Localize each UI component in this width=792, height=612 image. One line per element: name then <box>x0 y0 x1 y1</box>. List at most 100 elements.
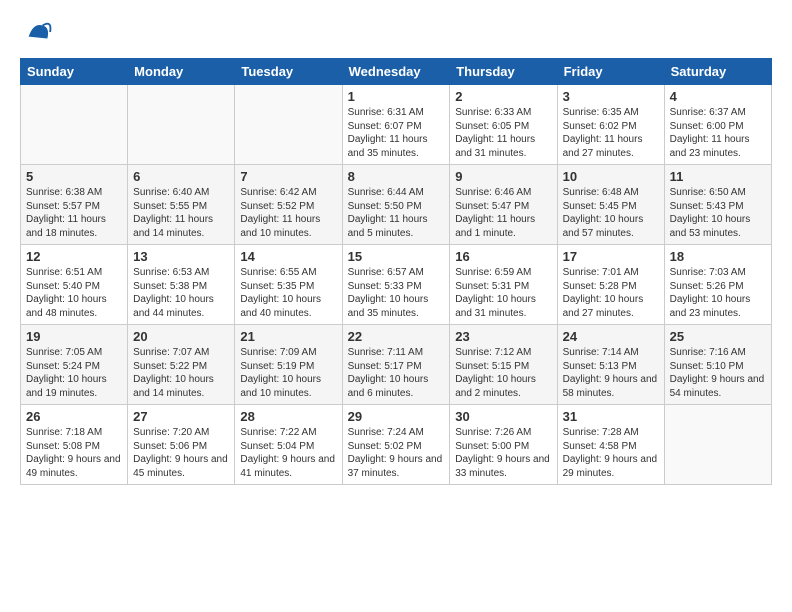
day-number: 3 <box>563 89 659 104</box>
day-info: Sunrise: 6:42 AM Sunset: 5:52 PM Dayligh… <box>240 186 336 240</box>
week-row-1: 1 Sunrise: 6:31 AM Sunset: 6:07 PM Daylig… <box>21 85 772 165</box>
day-number: 25 <box>670 329 766 344</box>
week-row-4: 19 Sunrise: 7:05 AM Sunset: 5:24 PM Dayli… <box>21 325 772 405</box>
weekday-header-saturday: Saturday <box>664 59 771 85</box>
day-cell: 31Sunrise: 7:28 AM Sunset: 4:58 PM Dayli… <box>557 405 664 485</box>
day-number: 17 <box>563 249 659 264</box>
day-cell <box>128 85 235 165</box>
day-info: Sunrise: 6:46 AM Sunset: 5:47 PM Dayligh… <box>455 186 551 240</box>
day-cell: 19 Sunrise: 7:05 AM Sunset: 5:24 PM Dayli… <box>21 325 128 405</box>
day-info: Sunrise: 7:16 AM Sunset: 5:10 PM Dayligh… <box>670 346 766 400</box>
day-cell: 1 Sunrise: 6:31 AM Sunset: 6:07 PM Daylig… <box>342 85 450 165</box>
day-cell: 11Sunrise: 6:50 AM Sunset: 5:43 PM Dayli… <box>664 165 771 245</box>
day-cell: 21 Sunrise: 7:09 AM Sunset: 5:19 PM Dayli… <box>235 325 342 405</box>
day-info: Sunrise: 7:28 AM Sunset: 4:58 PM Dayligh… <box>563 426 659 480</box>
weekday-header-row: SundayMondayTuesdayWednesdayThursdayFrid… <box>21 59 772 85</box>
main-container: SundayMondayTuesdayWednesdayThursdayFrid… <box>0 0 792 495</box>
day-number: 1 <box>348 89 445 104</box>
day-info: Sunrise: 6:33 AM Sunset: 6:05 PM Dayligh… <box>455 106 551 160</box>
weekday-header-thursday: Thursday <box>450 59 557 85</box>
day-info: Sunrise: 7:07 AM Sunset: 5:22 PM Dayligh… <box>133 346 229 400</box>
day-info: Sunrise: 6:50 AM Sunset: 5:43 PM Dayligh… <box>670 186 766 240</box>
day-cell: 27 Sunrise: 7:20 AM Sunset: 5:06 PM Dayli… <box>128 405 235 485</box>
day-info: Sunrise: 7:05 AM Sunset: 5:24 PM Dayligh… <box>26 346 122 400</box>
day-number: 24 <box>563 329 659 344</box>
day-info: Sunrise: 6:38 AM Sunset: 5:57 PM Dayligh… <box>26 186 122 240</box>
day-info: Sunrise: 7:26 AM Sunset: 5:00 PM Dayligh… <box>455 426 551 480</box>
weekday-header-tuesday: Tuesday <box>235 59 342 85</box>
day-info: Sunrise: 6:48 AM Sunset: 5:45 PM Dayligh… <box>563 186 659 240</box>
day-cell: 28 Sunrise: 7:22 AM Sunset: 5:04 PM Dayli… <box>235 405 342 485</box>
logo <box>20 18 52 46</box>
weekday-header-sunday: Sunday <box>21 59 128 85</box>
day-number: 28 <box>240 409 336 424</box>
day-info: Sunrise: 6:44 AM Sunset: 5:50 PM Dayligh… <box>348 186 445 240</box>
day-number: 8 <box>348 169 445 184</box>
day-info: Sunrise: 6:31 AM Sunset: 6:07 PM Dayligh… <box>348 106 445 160</box>
day-number: 21 <box>240 329 336 344</box>
day-cell: 26 Sunrise: 7:18 AM Sunset: 5:08 PM Dayli… <box>21 405 128 485</box>
day-cell: 18Sunrise: 7:03 AM Sunset: 5:26 PM Dayli… <box>664 245 771 325</box>
day-cell: 25 Sunrise: 7:16 AM Sunset: 5:10 PM Dayli… <box>664 325 771 405</box>
day-cell: 10 Sunrise: 6:48 AM Sunset: 5:45 PM Dayli… <box>557 165 664 245</box>
day-cell: 17 Sunrise: 7:01 AM Sunset: 5:28 PM Dayli… <box>557 245 664 325</box>
day-info: Sunrise: 7:14 AM Sunset: 5:13 PM Dayligh… <box>563 346 659 400</box>
day-info: Sunrise: 6:57 AM Sunset: 5:33 PM Dayligh… <box>348 266 445 320</box>
week-row-5: 26 Sunrise: 7:18 AM Sunset: 5:08 PM Dayli… <box>21 405 772 485</box>
day-info: Sunrise: 7:20 AM Sunset: 5:06 PM Dayligh… <box>133 426 229 480</box>
day-cell: 2 Sunrise: 6:33 AM Sunset: 6:05 PM Daylig… <box>450 85 557 165</box>
day-number: 10 <box>563 169 659 184</box>
day-info: Sunrise: 7:09 AM Sunset: 5:19 PM Dayligh… <box>240 346 336 400</box>
day-info: Sunrise: 7:01 AM Sunset: 5:28 PM Dayligh… <box>563 266 659 320</box>
day-cell: 15Sunrise: 6:57 AM Sunset: 5:33 PM Dayli… <box>342 245 450 325</box>
day-cell <box>21 85 128 165</box>
weekday-header-monday: Monday <box>128 59 235 85</box>
day-cell: 29Sunrise: 7:24 AM Sunset: 5:02 PM Dayli… <box>342 405 450 485</box>
day-info: Sunrise: 6:40 AM Sunset: 5:55 PM Dayligh… <box>133 186 229 240</box>
day-cell: 6 Sunrise: 6:40 AM Sunset: 5:55 PM Daylig… <box>128 165 235 245</box>
week-row-2: 5 Sunrise: 6:38 AM Sunset: 5:57 PM Daylig… <box>21 165 772 245</box>
day-info: Sunrise: 6:35 AM Sunset: 6:02 PM Dayligh… <box>563 106 659 160</box>
day-number: 27 <box>133 409 229 424</box>
day-info: Sunrise: 7:11 AM Sunset: 5:17 PM Dayligh… <box>348 346 445 400</box>
day-number: 9 <box>455 169 551 184</box>
day-number: 26 <box>26 409 122 424</box>
day-number: 19 <box>26 329 122 344</box>
day-number: 7 <box>240 169 336 184</box>
day-info: Sunrise: 7:22 AM Sunset: 5:04 PM Dayligh… <box>240 426 336 480</box>
day-info: Sunrise: 7:03 AM Sunset: 5:26 PM Dayligh… <box>670 266 766 320</box>
day-cell: 14 Sunrise: 6:55 AM Sunset: 5:35 PM Dayli… <box>235 245 342 325</box>
day-cell: 8 Sunrise: 6:44 AM Sunset: 5:50 PM Daylig… <box>342 165 450 245</box>
day-cell: 20 Sunrise: 7:07 AM Sunset: 5:22 PM Dayli… <box>128 325 235 405</box>
weekday-header-friday: Friday <box>557 59 664 85</box>
weekday-header-wednesday: Wednesday <box>342 59 450 85</box>
day-info: Sunrise: 6:55 AM Sunset: 5:35 PM Dayligh… <box>240 266 336 320</box>
day-number: 2 <box>455 89 551 104</box>
day-info: Sunrise: 7:18 AM Sunset: 5:08 PM Dayligh… <box>26 426 122 480</box>
week-row-3: 12 Sunrise: 6:51 AM Sunset: 5:40 PM Dayli… <box>21 245 772 325</box>
day-cell: 12 Sunrise: 6:51 AM Sunset: 5:40 PM Dayli… <box>21 245 128 325</box>
day-number: 13 <box>133 249 229 264</box>
day-number: 6 <box>133 169 229 184</box>
day-number: 22 <box>348 329 445 344</box>
day-number: 20 <box>133 329 229 344</box>
day-cell: 4 Sunrise: 6:37 AM Sunset: 6:00 PM Daylig… <box>664 85 771 165</box>
day-info: Sunrise: 6:53 AM Sunset: 5:38 PM Dayligh… <box>133 266 229 320</box>
day-info: Sunrise: 6:51 AM Sunset: 5:40 PM Dayligh… <box>26 266 122 320</box>
header <box>20 18 772 46</box>
day-cell: 22 Sunrise: 7:11 AM Sunset: 5:17 PM Dayli… <box>342 325 450 405</box>
day-number: 29 <box>348 409 445 424</box>
day-info: Sunrise: 6:37 AM Sunset: 6:00 PM Dayligh… <box>670 106 766 160</box>
day-cell: 16Sunrise: 6:59 AM Sunset: 5:31 PM Dayli… <box>450 245 557 325</box>
day-cell: 24 Sunrise: 7:14 AM Sunset: 5:13 PM Dayli… <box>557 325 664 405</box>
day-number: 14 <box>240 249 336 264</box>
calendar: SundayMondayTuesdayWednesdayThursdayFrid… <box>20 58 772 485</box>
day-cell: 30 Sunrise: 7:26 AM Sunset: 5:00 PM Dayli… <box>450 405 557 485</box>
day-cell: 23Sunrise: 7:12 AM Sunset: 5:15 PM Dayli… <box>450 325 557 405</box>
day-number: 12 <box>26 249 122 264</box>
day-number: 30 <box>455 409 551 424</box>
day-cell: 5 Sunrise: 6:38 AM Sunset: 5:57 PM Daylig… <box>21 165 128 245</box>
day-number: 5 <box>26 169 122 184</box>
day-number: 4 <box>670 89 766 104</box>
day-cell: 9 Sunrise: 6:46 AM Sunset: 5:47 PM Daylig… <box>450 165 557 245</box>
